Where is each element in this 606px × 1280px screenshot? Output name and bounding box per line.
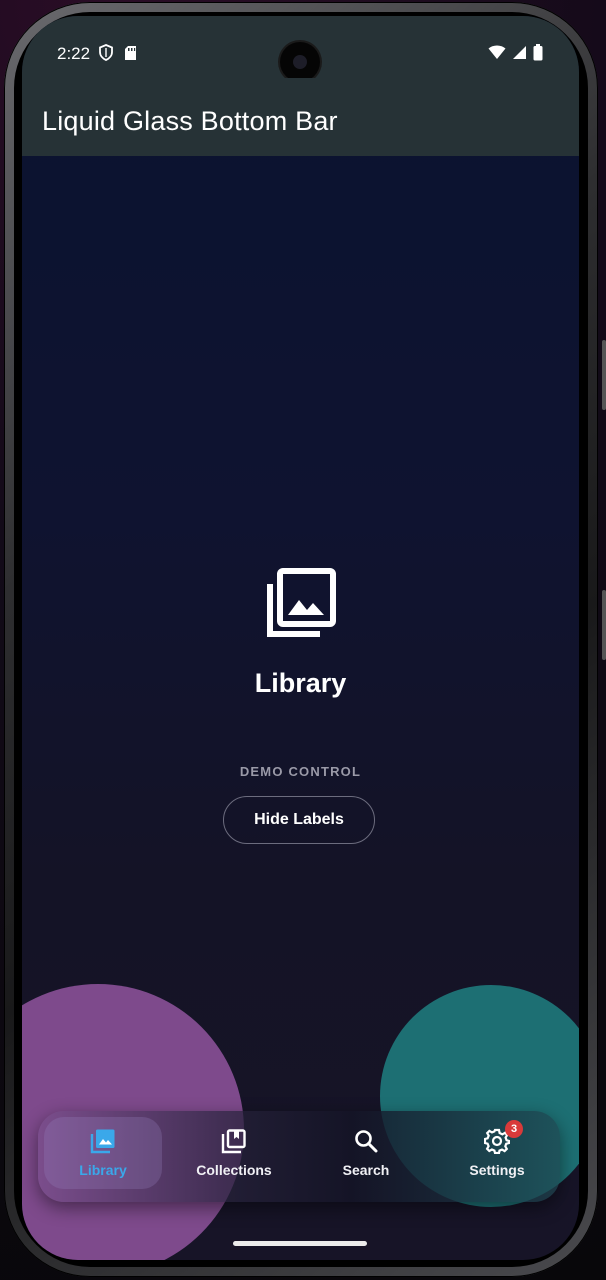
home-indicator[interactable]: [233, 1241, 367, 1246]
collections-bookmark-icon: [221, 1128, 247, 1154]
nav-item-settings[interactable]: 3 Settings: [438, 1117, 556, 1189]
photo-library-icon: [264, 568, 336, 640]
nav-label-settings: Settings: [469, 1162, 525, 1178]
search-icon: [353, 1128, 379, 1154]
status-icons-right: [488, 44, 543, 66]
nav-label-collections: Collections: [196, 1162, 272, 1178]
power-button: [602, 590, 606, 660]
nav-item-library[interactable]: Library: [44, 1117, 162, 1189]
photo-library-icon: [90, 1128, 116, 1154]
shield-icon: [98, 44, 114, 66]
status-bar: 2:22: [22, 16, 579, 82]
bottom-nav-bar: Library Collections Search 3 Settings: [38, 1111, 560, 1202]
stage: 2:22 Liquid Glass Bottom Bar Library DEM…: [0, 0, 606, 1280]
status-time: 2:22: [57, 44, 91, 63]
signal-icon: [512, 45, 527, 65]
demo-control-label: DEMO CONTROL: [239, 764, 362, 779]
notification-badge: 3: [505, 1120, 523, 1138]
screen: 2:22 Liquid Glass Bottom Bar Library DEM…: [22, 16, 579, 1260]
nav-label-search: Search: [342, 1162, 390, 1178]
sd-card-icon: [124, 45, 137, 66]
main-content: Library DEMO CONTROL Hide Labels Library: [22, 156, 579, 1260]
nav-item-search[interactable]: Search: [307, 1117, 425, 1189]
volume-button: [602, 340, 606, 410]
app-bar: Liquid Glass Bottom Bar: [22, 78, 579, 156]
page-title: Library: [254, 668, 347, 698]
app-title: Liquid Glass Bottom Bar: [42, 106, 338, 136]
status-icons-left: [98, 44, 137, 66]
nav-label-library: Library: [79, 1162, 127, 1178]
battery-icon: [533, 44, 543, 66]
gear-icon: 3: [483, 1120, 523, 1155]
nav-item-collections[interactable]: Collections: [175, 1117, 293, 1189]
front-camera: [280, 42, 320, 82]
wifi-icon: [488, 45, 506, 65]
hide-labels-button[interactable]: Hide Labels: [223, 796, 375, 844]
